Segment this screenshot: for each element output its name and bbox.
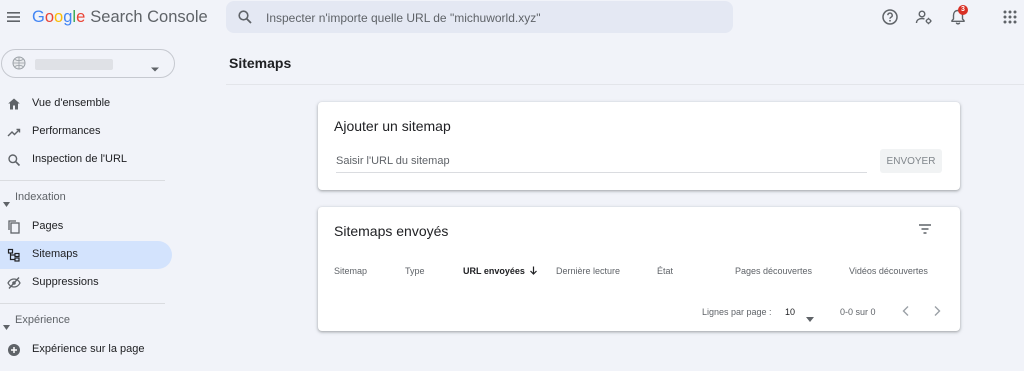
app-logo[interactable]: Google Search Console bbox=[32, 8, 208, 27]
property-name-redacted bbox=[35, 59, 113, 70]
eye-off-icon bbox=[7, 276, 21, 290]
column-header-discovered-pages[interactable]: Pages découvertes bbox=[735, 266, 812, 276]
sidebar-item-sitemaps[interactable]: Sitemaps bbox=[0, 241, 172, 269]
help-icon[interactable] bbox=[881, 8, 899, 26]
home-icon bbox=[7, 97, 21, 111]
sidebar-divider bbox=[0, 303, 165, 304]
main-menu-icon[interactable] bbox=[6, 9, 22, 25]
apps-grid-icon[interactable] bbox=[1001, 8, 1019, 26]
page-title: Sitemaps bbox=[229, 55, 292, 71]
submitted-sitemaps-title: Sitemaps envoyés bbox=[334, 223, 449, 239]
search-icon bbox=[237, 9, 253, 25]
sidebar-item-removals[interactable]: Suppressions bbox=[0, 269, 172, 297]
top-bar: GoogleSearch Console 3 bbox=[0, 0, 1024, 36]
rows-per-page-select[interactable]: 10 bbox=[784, 302, 820, 322]
pages-icon bbox=[7, 220, 21, 234]
product-name: Search Console bbox=[90, 8, 208, 26]
plus-circle-icon bbox=[7, 343, 21, 357]
filter-icon[interactable] bbox=[917, 221, 933, 237]
submit-sitemap-button[interactable]: ENVOYER bbox=[880, 149, 942, 173]
sitemap-url-input[interactable] bbox=[336, 150, 867, 173]
chevron-down-icon bbox=[150, 60, 160, 72]
section-experience[interactable]: Expérience bbox=[0, 311, 172, 331]
caret-down-icon bbox=[3, 317, 10, 330]
pagination-range: 0-0 sur 0 bbox=[840, 307, 876, 317]
submitted-sitemaps-card: Sitemaps envoyés Sitemap Type URL envoyé… bbox=[318, 207, 960, 331]
notification-count-badge: 3 bbox=[958, 5, 968, 15]
title-divider bbox=[226, 84, 1024, 85]
globe-icon bbox=[12, 56, 26, 70]
sidebar-item-url-inspection[interactable]: Inspection de l'URL bbox=[0, 146, 172, 174]
add-sitemap-title: Ajouter un sitemap bbox=[334, 118, 451, 134]
sidebar-item-performance[interactable]: Performances bbox=[0, 118, 172, 146]
column-header-type[interactable]: Type bbox=[405, 266, 425, 276]
sidebar-item-pages[interactable]: Pages bbox=[0, 213, 172, 241]
account-settings-icon[interactable] bbox=[915, 8, 933, 26]
arrow-down-icon bbox=[529, 266, 538, 275]
column-header-last-read[interactable]: Dernière lecture bbox=[556, 266, 620, 276]
column-header-sitemap[interactable]: Sitemap bbox=[334, 266, 367, 276]
sitemap-icon bbox=[7, 248, 21, 262]
search-icon bbox=[7, 153, 21, 167]
add-sitemap-card: Ajouter un sitemap ENVOYER bbox=[318, 102, 960, 190]
property-selector[interactable] bbox=[1, 49, 175, 78]
next-page-icon[interactable] bbox=[929, 303, 945, 319]
caret-down-icon bbox=[3, 194, 10, 207]
sidebar-item-overview[interactable]: Vue d'ensemble bbox=[0, 90, 172, 118]
section-indexation[interactable]: Indexation bbox=[0, 188, 172, 208]
trending-up-icon bbox=[7, 125, 21, 139]
url-inspection-input[interactable] bbox=[264, 1, 723, 35]
url-inspection-search[interactable] bbox=[226, 1, 733, 35]
sidebar-divider bbox=[0, 180, 165, 181]
sidebar-item-page-experience[interactable]: Expérience sur la page bbox=[0, 336, 172, 364]
column-header-discovered-videos[interactable]: Vidéos découvertes bbox=[849, 266, 928, 276]
caret-down-icon bbox=[806, 309, 814, 322]
column-header-status[interactable]: État bbox=[657, 266, 673, 276]
previous-page-icon[interactable] bbox=[898, 303, 914, 319]
rows-per-page-label: Lignes par page : bbox=[702, 307, 772, 317]
column-header-submitted-urls[interactable]: URL envoyées bbox=[463, 266, 538, 276]
